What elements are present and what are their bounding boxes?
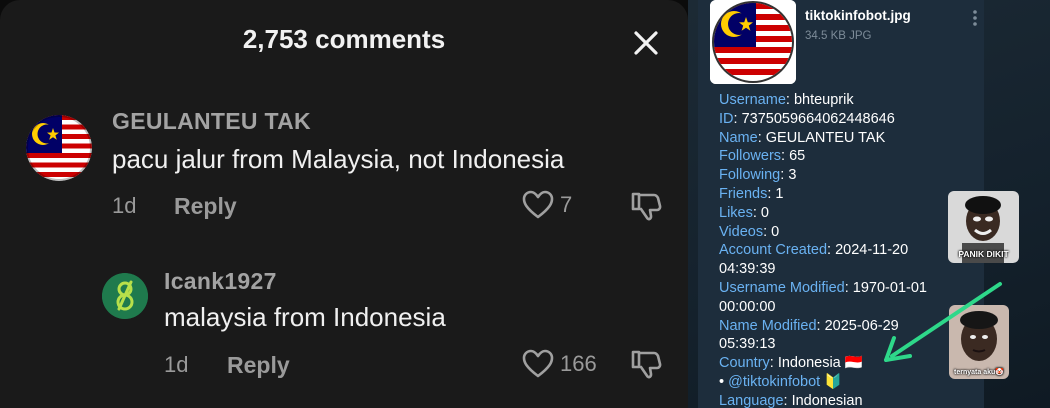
- comment-1-like-button[interactable]: 7: [522, 190, 572, 220]
- comments-count-title: 2,753 comments: [242, 24, 446, 54]
- more-vertical-icon[interactable]: [970, 8, 980, 28]
- info-language: Language: Indonesian: [719, 392, 863, 408]
- comment-1-username[interactable]: GEULANTEU TAK: [112, 108, 311, 135]
- close-icon[interactable]: [630, 27, 662, 59]
- malaysia-flag-icon: [26, 115, 92, 181]
- info-account-created-time: 04:39:39: [719, 261, 776, 278]
- comment-1-reply-button[interactable]: Reply: [174, 193, 237, 220]
- green-logo-icon: [102, 273, 148, 319]
- info-username: Username: bhteuprik: [719, 92, 854, 108]
- comment-1-dislike-button[interactable]: [630, 190, 662, 227]
- annotation-arrow-icon: [884, 282, 1002, 362]
- comment-2-username[interactable]: Icank1927: [164, 268, 277, 295]
- comment-2-like-count: 166: [560, 351, 597, 376]
- comment-1-text: pacu jalur from Malaysia, not Indonesia: [112, 144, 565, 174]
- heart-icon: [522, 349, 554, 378]
- comment-1-like-count: 7: [560, 192, 573, 217]
- file-name[interactable]: tiktokinfobot.jpg: [805, 8, 911, 23]
- thumbs-down-icon: [631, 192, 662, 221]
- info-followers: Followers: 65: [719, 148, 806, 165]
- comment-2-avatar[interactable]: [102, 273, 148, 319]
- info-name: Name: GEULANTEU TAK: [719, 129, 886, 146]
- comment-2-dislike-button[interactable]: [630, 348, 662, 385]
- comment-2-like-button[interactable]: 166: [522, 349, 597, 379]
- file-thumbnail[interactable]: [710, 0, 796, 84]
- file-size: 34.5 KB JPG: [805, 30, 872, 42]
- sticker-caption: PANIK DIKIT: [958, 249, 1009, 259]
- malaysia-flag-icon: [710, 0, 796, 84]
- comment-1-time: 1d: [112, 193, 137, 218]
- panik-dikit-sticker: PANIK DIKIT: [948, 191, 1019, 263]
- comment-2-text: malaysia from Indonesia: [164, 302, 446, 332]
- bot-mention-link[interactable]: @tiktokinfobot: [728, 374, 820, 390]
- info-id: ID: 7375059664062448646: [719, 110, 895, 127]
- thumbs-down-icon: [631, 350, 662, 379]
- info-following: Following: 3: [719, 167, 797, 184]
- comment-1-avatar[interactable]: [26, 115, 92, 181]
- heart-icon: [522, 190, 554, 219]
- comment-2-time: 1d: [164, 352, 189, 377]
- comment-2-reply-button[interactable]: Reply: [227, 352, 290, 379]
- comments-sheet: 2,753 comments GEULANTEU TAK pacu jalur …: [0, 0, 688, 408]
